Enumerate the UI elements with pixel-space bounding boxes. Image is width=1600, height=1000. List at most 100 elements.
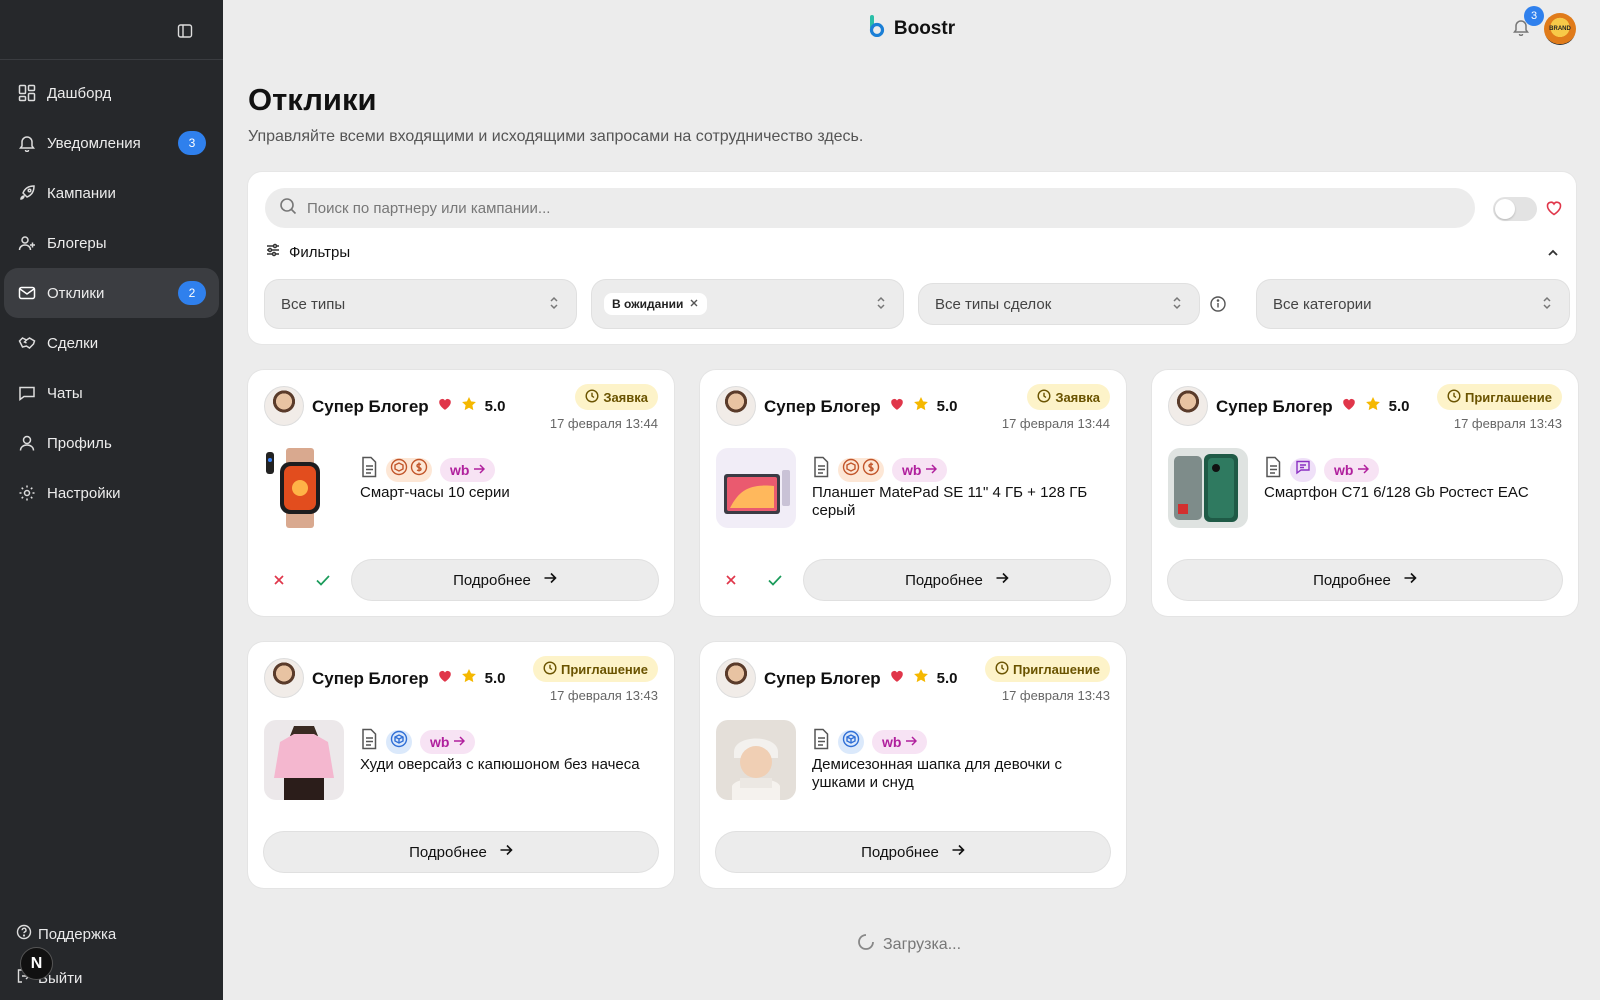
sidebar-item-dashboard[interactable]: Дашборд (4, 68, 219, 118)
arrow-right-icon (995, 571, 1009, 589)
card-actions: Подробнее (264, 560, 658, 600)
sliders-icon (265, 242, 281, 262)
coin-icon (862, 458, 880, 481)
product-title[interactable]: Смартфон C71 6/128 Gb Ростест EAC (1264, 484, 1548, 502)
details-button[interactable]: Подробнее (1168, 560, 1562, 600)
product-title[interactable]: Смарт-часы 10 серии (360, 484, 644, 502)
blogger-name-row: Супер Блогер 5.0 (764, 668, 958, 689)
box-icon (390, 730, 408, 753)
handshake-icon (17, 333, 37, 353)
responses-count-badge: 2 (178, 281, 206, 305)
response-card[interactable]: Супер Блогер 5.0 Заявка 17 февраля 13:44 (248, 370, 674, 616)
status-select[interactable]: В ожидании (592, 280, 903, 328)
chevron-updown-icon (548, 295, 560, 315)
accept-check-icon[interactable] (308, 565, 338, 595)
sidebar-item-responses[interactable]: Отклики 2 (4, 268, 219, 318)
status-chip[interactable]: В ожидании (604, 293, 708, 315)
blogger-avatar[interactable] (264, 658, 304, 698)
category-select[interactable]: Все категории (1257, 280, 1569, 328)
product-title[interactable]: Худи оверсайз с капюшоном без начеса (360, 756, 644, 774)
product-title[interactable]: Демисезонная шапка для девочки с ушками … (812, 756, 1096, 792)
blogger-name[interactable]: Супер Блогер (764, 669, 881, 689)
blogger-name-row: Супер Блогер 5.0 (764, 396, 958, 417)
star-icon (1365, 396, 1381, 417)
search-input[interactable] (307, 199, 1407, 217)
card-actions: Подробнее (716, 560, 1110, 600)
details-button[interactable]: Подробнее (716, 832, 1110, 872)
blogger-name[interactable]: Супер Блогер (1216, 397, 1333, 417)
product-image[interactable] (264, 720, 344, 800)
type-select[interactable]: Все типы (265, 280, 576, 328)
blogger-avatar[interactable] (264, 386, 304, 426)
box-icon (842, 458, 860, 481)
marketplace-link[interactable]: wb (440, 457, 496, 482)
sidebar-item-label: Профиль (47, 434, 112, 452)
review-tag (1290, 457, 1316, 482)
heart-filled-icon (437, 668, 453, 689)
barter-tag (838, 729, 864, 754)
blogger-avatar[interactable] (1168, 386, 1208, 426)
blogger-name[interactable]: Супер Блогер (764, 397, 881, 417)
favorites-toggle[interactable] (1493, 197, 1537, 221)
details-button[interactable]: Подробнее (264, 832, 658, 872)
sidebar-item-label: Блогеры (47, 234, 107, 252)
arrow-right-icon (925, 462, 938, 478)
clock-icon (995, 660, 1009, 678)
status-label: Заявка (1055, 389, 1100, 405)
chevron-up-icon[interactable] (1546, 246, 1560, 265)
status-badge: Приглашение (1437, 384, 1562, 410)
blogger-avatar[interactable] (716, 386, 756, 426)
brand[interactable]: Boostr (868, 15, 955, 43)
barter-tag (386, 729, 412, 754)
info-icon[interactable] (1209, 295, 1227, 313)
reject-x-icon[interactable] (264, 565, 294, 595)
next-dev-badge[interactable]: N (20, 947, 53, 980)
sidebar-item-notifications[interactable]: Уведомления 3 (4, 118, 219, 168)
sidebar-item-label: Сделки (47, 334, 99, 352)
search-bar[interactable] (265, 188, 1475, 228)
document-icon (360, 456, 378, 483)
status-badge: Приглашение (985, 656, 1110, 682)
arrow-right-icon (1357, 462, 1370, 478)
product-image[interactable] (716, 448, 796, 528)
sidebar-item-settings[interactable]: Настройки (4, 468, 219, 518)
product-image[interactable] (1168, 448, 1248, 528)
star-icon (461, 396, 477, 417)
details-button[interactable]: Подробнее (352, 560, 658, 600)
user-avatar[interactable]: BRAND (1544, 13, 1576, 45)
box-icon (842, 730, 860, 753)
response-card[interactable]: Супер Блогер 5.0 Приглашение 17 февраля … (700, 642, 1126, 888)
sidebar-item-deals[interactable]: Сделки (4, 318, 219, 368)
sidebar-item-label: Отклики (47, 284, 105, 302)
card-actions: Подробнее (1168, 560, 1562, 600)
product-image[interactable] (716, 720, 796, 800)
marketplace-link[interactable]: wb (872, 729, 928, 754)
sidebar-item-campaigns[interactable]: Кампании (4, 168, 219, 218)
heart-filled-icon (437, 396, 453, 417)
reject-x-icon[interactable] (716, 565, 746, 595)
blogger-avatar[interactable] (716, 658, 756, 698)
heart-icon[interactable] (1545, 199, 1563, 222)
blogger-name-row: Супер Блогер 5.0 (312, 396, 506, 417)
response-card[interactable]: Супер Блогер 5.0 Приглашение 17 февраля … (248, 642, 674, 888)
sidebar-item-profile[interactable]: Профиль (4, 418, 219, 468)
response-card[interactable]: Супер Блогер 5.0 Приглашение 17 февраля … (1152, 370, 1578, 616)
deal-type-select[interactable]: Все типы сделок (919, 284, 1199, 324)
blogger-name[interactable]: Супер Блогер (312, 397, 429, 417)
filters-toggle[interactable]: Фильтры (265, 242, 350, 262)
blogger-name[interactable]: Супер Блогер (312, 669, 429, 689)
response-card[interactable]: Супер Блогер 5.0 Заявка 17 февраля 13:44 (700, 370, 1126, 616)
product-title[interactable]: Планшет MatePad SE 11" 4 ГБ + 128 ГБ сер… (812, 484, 1096, 520)
marketplace-label: wb (450, 461, 470, 478)
sidebar-item-chats[interactable]: Чаты (4, 368, 219, 418)
barter-payment-tag (838, 457, 884, 482)
accept-check-icon[interactable] (760, 565, 790, 595)
sidebar-item-bloggers[interactable]: Блогеры (4, 218, 219, 268)
product-image[interactable] (264, 448, 344, 528)
close-icon[interactable] (689, 297, 699, 311)
marketplace-link[interactable]: wb (1324, 457, 1380, 482)
marketplace-link[interactable]: wb (420, 729, 476, 754)
marketplace-link[interactable]: wb (892, 457, 948, 482)
sidebar-toggle-icon[interactable] (174, 20, 196, 42)
details-button[interactable]: Подробнее (804, 560, 1110, 600)
